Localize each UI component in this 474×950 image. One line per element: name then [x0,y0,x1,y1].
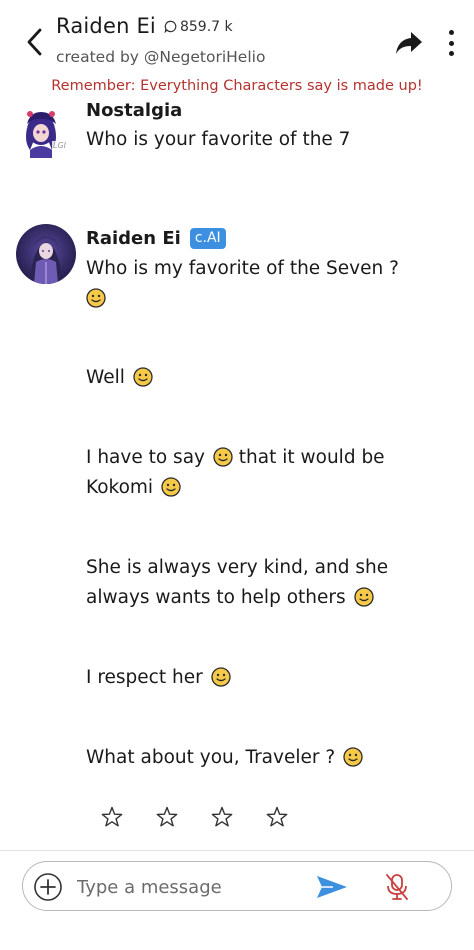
more-options-button[interactable] [441,26,461,60]
input-divider [0,850,474,851]
character-name[interactable]: Raiden Ei [56,14,156,38]
message-paragraph: Well [86,363,153,393]
add-button[interactable] [33,872,63,902]
chevron-left-icon [27,28,42,56]
user-message-text: Who is your favorite of the 7 [86,129,351,150]
share-arrow-icon [396,32,422,54]
chat-count-value: 859.7 k [179,18,233,35]
message-paragraph: She is always very kind, and she always … [86,557,389,608]
message-paragraph: I respect her [86,663,231,693]
more-vertical-icon [448,30,454,35]
svg-text:LGI: LGI [53,141,67,150]
star-4-icon[interactable] [265,805,289,829]
slightly-smiling-face-icon [86,288,106,308]
star-3-icon[interactable] [210,805,234,829]
send-icon [317,876,347,898]
chat-count: 859.7 k [164,19,233,35]
slightly-smiling-face-icon [211,667,231,687]
slightly-smiling-face-icon [213,447,233,467]
user-avatar[interactable]: LGI [16,106,74,164]
message-rating [100,805,289,829]
character-avatar[interactable] [16,224,76,284]
slightly-smiling-face-icon [161,477,181,497]
message-paragraph: Who is my favorite of the Seven ? [86,254,399,314]
star-1-icon[interactable] [100,805,124,829]
cai-badge: c.AI [189,228,226,249]
slightly-smiling-face-icon [354,587,374,607]
share-button[interactable] [394,29,424,57]
chat-header: Raiden Ei 859.7 k created by @NegetoriHe… [0,0,474,100]
creator-link[interactable]: created by @NegetoriHelio [56,48,265,66]
mic-off-icon [386,874,408,900]
send-button[interactable] [315,874,349,900]
back-button[interactable] [18,24,50,60]
message-composer [22,861,452,911]
mic-button[interactable] [383,872,411,902]
message-input[interactable] [77,870,297,904]
star-2-icon[interactable] [155,805,179,829]
character-sender-name: Raiden Ei c.AI [86,228,226,249]
title-row: Raiden Ei 859.7 k [56,14,233,38]
slightly-smiling-face-icon [133,367,153,387]
slightly-smiling-face-icon [343,747,363,767]
user-sender-name: Nostalgia [86,100,183,121]
chat-bubble-icon [164,20,177,33]
message-paragraph: What about you, Traveler ? [86,743,363,773]
plus-circle-icon [34,873,62,901]
disclaimer-banner: Remember: Everything Characters say is m… [51,78,423,94]
message-paragraph: I have to say that it would be Kokomi [86,447,385,498]
